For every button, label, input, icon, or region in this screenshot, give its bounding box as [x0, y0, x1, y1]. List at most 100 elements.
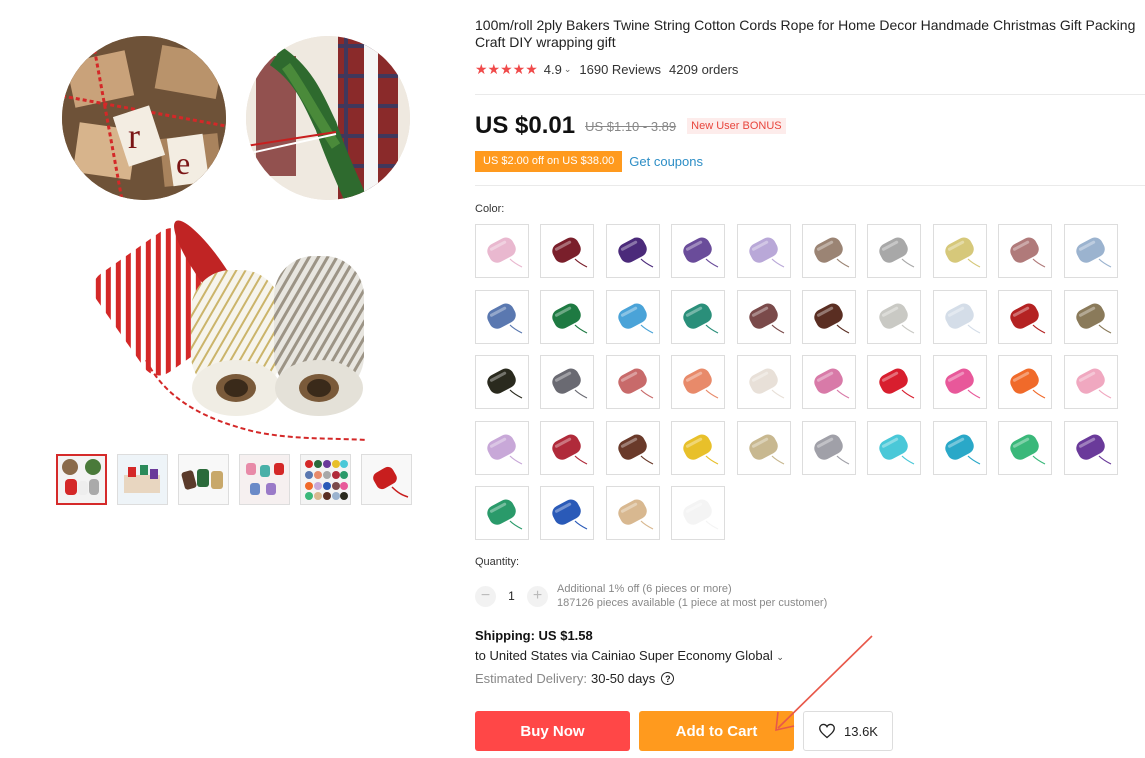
- color-swatch[interactable]: [605, 355, 660, 410]
- twine-spool-icon: [683, 303, 719, 334]
- color-swatch[interactable]: [932, 355, 987, 410]
- wishlist-count: 13.6K: [844, 723, 878, 739]
- color-swatch[interactable]: [932, 224, 987, 278]
- thumbnail-6[interactable]: [361, 454, 412, 505]
- color-swatch[interactable]: [1063, 224, 1118, 278]
- twine-spool-icon: [945, 368, 981, 399]
- color-swatch[interactable]: [867, 355, 922, 410]
- color-swatch[interactable]: [801, 420, 856, 475]
- divider: [475, 185, 1145, 186]
- twine-spool-icon: [879, 434, 915, 465]
- color-swatch[interactable]: [801, 355, 856, 410]
- thumbnail-strip: [56, 454, 412, 505]
- get-coupons-link[interactable]: Get coupons: [629, 154, 703, 169]
- color-swatch[interactable]: [475, 224, 529, 278]
- color-swatch[interactable]: [998, 224, 1053, 278]
- twine-spool-icon: [945, 434, 981, 465]
- color-swatch[interactable]: [475, 486, 529, 541]
- color-swatch[interactable]: [1063, 420, 1118, 475]
- color-swatch[interactable]: [605, 420, 660, 475]
- color-swatch[interactable]: [801, 289, 856, 344]
- color-label: Color:: [475, 203, 505, 215]
- color-swatch[interactable]: [736, 355, 791, 410]
- twine-spool-icon: [945, 303, 981, 334]
- color-swatch[interactable]: [1063, 355, 1118, 410]
- color-swatch[interactable]: [998, 355, 1053, 410]
- color-swatch[interactable]: [540, 420, 595, 475]
- color-swatch[interactable]: [540, 224, 595, 278]
- twine-spool-icon: [618, 434, 654, 465]
- twine-spool-icon: [1075, 434, 1111, 465]
- color-swatch[interactable]: [736, 224, 791, 278]
- shipping-method-selector[interactable]: to United States via Cainiao Super Econo…: [475, 648, 784, 663]
- color-swatch[interactable]: [998, 289, 1053, 344]
- quantity-input[interactable]: 1: [496, 589, 527, 603]
- twine-spool-icon: [683, 368, 719, 399]
- add-to-cart-button[interactable]: Add to Cart: [639, 711, 794, 751]
- chevron-down-icon: ⌄: [776, 652, 784, 662]
- delivery-label: Estimated Delivery:: [475, 671, 587, 686]
- color-swatch[interactable]: [605, 224, 660, 278]
- help-icon[interactable]: ?: [661, 672, 675, 685]
- rating-value[interactable]: 4.9: [544, 62, 562, 77]
- bulk-discount-note: Additional 1% off (6 pieces or more): [557, 583, 732, 595]
- action-buttons: Buy Now Add to Cart 13.6K: [475, 711, 893, 751]
- twine-spool-icon: [618, 237, 654, 268]
- color-swatch[interactable]: [867, 420, 922, 475]
- thumbnail-2[interactable]: [117, 454, 168, 505]
- color-swatch[interactable]: [671, 289, 726, 344]
- color-swatch[interactable]: [540, 289, 595, 344]
- twine-spool-icon: [879, 237, 915, 268]
- color-swatch[interactable]: [475, 420, 529, 475]
- color-swatch[interactable]: [475, 289, 529, 344]
- product-title: 100m/roll 2ply Bakers Twine String Cotto…: [475, 17, 1136, 50]
- delivery-value: 30-50 days: [590, 671, 656, 686]
- twine-spool-icon: [748, 303, 784, 334]
- color-swatch[interactable]: [671, 355, 726, 410]
- twine-spool-icon: [945, 237, 981, 268]
- color-swatch[interactable]: [736, 289, 791, 344]
- buy-now-button[interactable]: Buy Now: [475, 711, 630, 751]
- coupon-row: US $2.00 off on US $38.00 Get coupons: [475, 151, 703, 172]
- color-swatch[interactable]: [605, 486, 660, 541]
- color-swatch[interactable]: [932, 420, 987, 475]
- new-user-badge: New User BONUS: [687, 118, 786, 134]
- color-swatch[interactable]: [801, 224, 856, 278]
- thumbnail-5[interactable]: [300, 454, 351, 505]
- thumbnail-1[interactable]: [56, 454, 107, 505]
- color-swatch[interactable]: [736, 420, 791, 475]
- twine-spool-icon: [683, 499, 719, 530]
- color-swatch[interactable]: [475, 355, 529, 410]
- twine-spool-icon: [487, 237, 523, 268]
- thumbnail-3[interactable]: [178, 454, 229, 505]
- color-swatch[interactable]: [671, 224, 726, 278]
- rating-stars: ★★★★★: [475, 61, 538, 77]
- twine-spool-icon: [814, 434, 850, 465]
- thumbnail-4[interactable]: [239, 454, 290, 505]
- reviews-link[interactable]: 1690 Reviews: [579, 62, 661, 77]
- color-swatch[interactable]: [540, 486, 595, 541]
- color-swatch[interactable]: [1063, 289, 1118, 344]
- rating-row: ★★★★★ 4.9 ⌄ 1690 Reviews 4209 orders: [475, 61, 1145, 78]
- color-swatch[interactable]: [605, 289, 660, 344]
- twine-spool-icon: [1010, 237, 1046, 268]
- image-circle-ribbon: [246, 36, 410, 200]
- twine-spool-icon: [552, 237, 588, 268]
- chevron-down-icon[interactable]: ⌄: [564, 64, 572, 75]
- twine-spool-icon: [814, 368, 850, 399]
- twine-spool-icon: [552, 303, 588, 334]
- color-swatch[interactable]: [671, 486, 726, 541]
- color-swatch[interactable]: [932, 289, 987, 344]
- color-swatch[interactable]: [671, 420, 726, 475]
- stock-available-note: 187126 pieces available (1 piece at most…: [557, 597, 828, 609]
- twine-spool-icon: [879, 303, 915, 334]
- quantity-increase-button[interactable]: +: [527, 585, 548, 607]
- color-swatch[interactable]: [540, 355, 595, 410]
- twine-spool-icon: [1010, 303, 1046, 334]
- twine-spool-icon: [618, 499, 654, 530]
- color-swatch[interactable]: [867, 289, 922, 344]
- quantity-decrease-button[interactable]: −: [475, 585, 496, 607]
- wishlist-button[interactable]: 13.6K: [803, 711, 893, 751]
- color-swatch[interactable]: [998, 420, 1053, 475]
- color-swatch[interactable]: [867, 224, 922, 278]
